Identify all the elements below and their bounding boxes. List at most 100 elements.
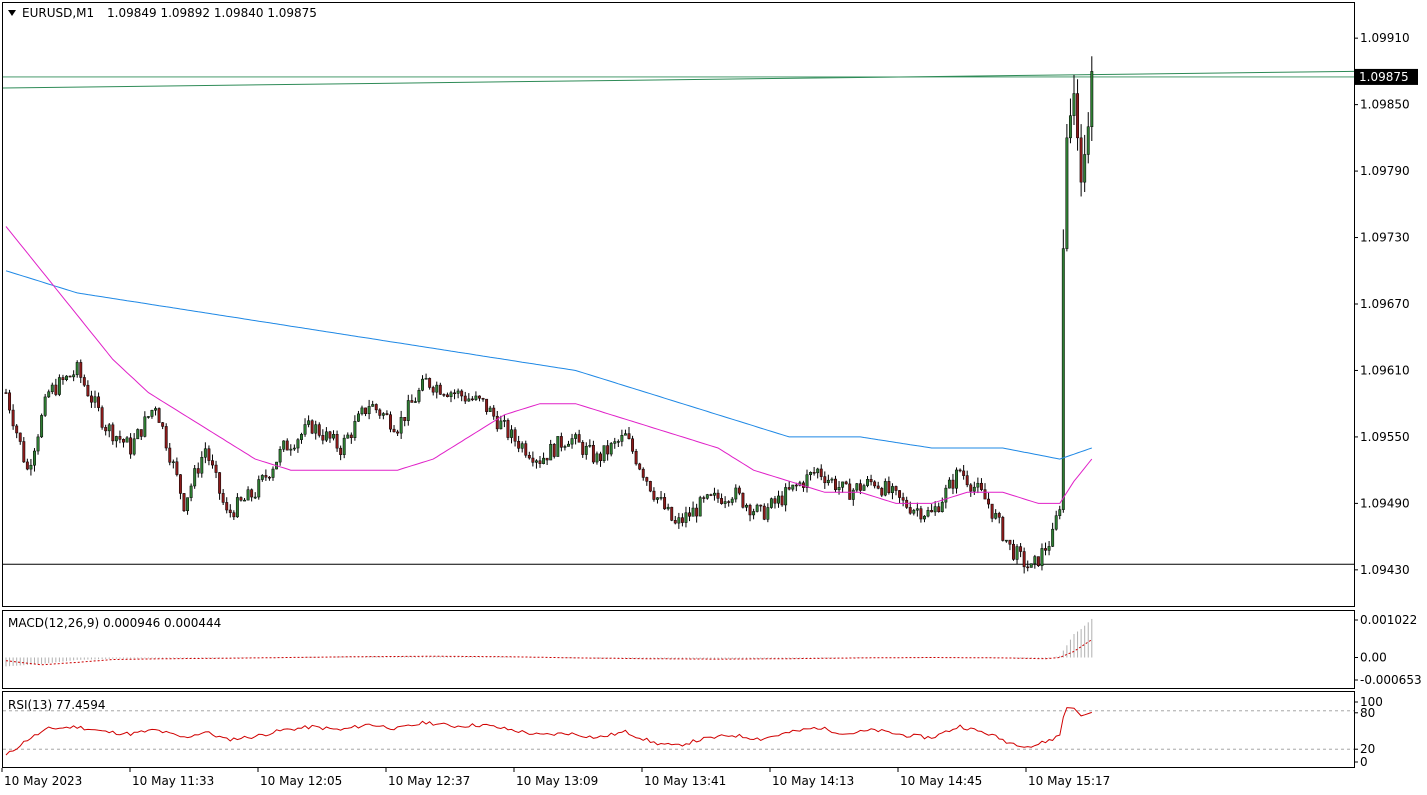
candle-body	[396, 431, 400, 434]
candle-body	[901, 497, 905, 501]
candle-body	[463, 395, 467, 402]
candle-body	[36, 436, 40, 452]
candle-body	[1076, 93, 1080, 139]
candle-body	[200, 457, 204, 474]
price-axis-label: 1.09790	[1360, 164, 1410, 178]
candle-body	[168, 447, 172, 463]
candle-body	[958, 469, 962, 472]
candle-body	[819, 468, 823, 477]
rsi-title: RSI(13) 77.4594	[8, 698, 106, 712]
candle-body	[1012, 543, 1015, 560]
candle-body	[161, 422, 165, 427]
candle-body	[506, 420, 510, 438]
candle-body	[431, 387, 435, 393]
candle-body	[709, 494, 713, 496]
candle-body	[1083, 154, 1087, 183]
candle-body	[809, 472, 813, 476]
candle-body	[552, 443, 556, 457]
candle-body	[563, 446, 567, 448]
candle-body	[211, 460, 214, 466]
rsi-axis-label: 0	[1360, 755, 1368, 769]
time-axis-label: 10 May 11:33	[132, 774, 214, 788]
candle-body	[698, 497, 702, 517]
time-axis-label: 10 May 13:41	[644, 774, 726, 788]
slow-moving-average-line	[5, 270, 1092, 460]
price-axis-label: 1.09490	[1360, 496, 1410, 510]
candle-body	[488, 407, 492, 412]
candle-body	[360, 407, 364, 415]
candle-body	[559, 436, 563, 448]
candle-body	[855, 483, 859, 491]
candle-body	[381, 413, 385, 416]
candle-body	[645, 477, 649, 482]
candle-body	[1015, 546, 1019, 560]
candle-body	[574, 434, 578, 439]
candle-body	[834, 478, 837, 491]
candle-body	[979, 482, 983, 490]
candle-body	[193, 468, 197, 487]
candle-body	[787, 487, 791, 490]
candle-body	[421, 378, 424, 391]
candle-body	[29, 464, 33, 470]
candle-body	[196, 468, 200, 474]
candle-body	[342, 437, 346, 455]
macd-axis-label: -0.000653	[1360, 673, 1422, 687]
candle-body	[869, 479, 873, 483]
candle-body	[271, 468, 275, 478]
candle-body	[851, 489, 855, 500]
rsi-line	[5, 707, 1092, 756]
candle-body	[638, 463, 642, 470]
candle-body	[453, 392, 457, 395]
candle-body	[517, 440, 521, 449]
candle-body	[866, 479, 869, 486]
candle-body	[737, 487, 741, 494]
candle-body	[349, 434, 353, 438]
candle-body	[353, 421, 357, 438]
candle-body	[769, 498, 773, 508]
candle-body	[478, 395, 481, 399]
rsi-series-layer	[3, 707, 1354, 756]
candle-body	[218, 472, 222, 494]
chart-canvas[interactable]: 1.09910 1.09850 1.09790 1.09730 1.09670 1.096…	[0, 0, 1427, 795]
candle-body	[1044, 548, 1047, 551]
candle-body	[670, 506, 674, 521]
candle-body	[399, 417, 403, 434]
candle-body	[129, 437, 133, 455]
candle-body	[673, 520, 677, 524]
candle-body	[595, 453, 599, 463]
candle-body	[577, 434, 581, 443]
symbol-label: EURUSD,M1	[22, 6, 94, 20]
candle-body	[65, 375, 68, 380]
symbol-menu-triangle-icon[interactable]	[8, 10, 16, 16]
candle-body	[445, 394, 449, 397]
candle-body	[438, 384, 442, 395]
candle-body	[40, 415, 44, 438]
candle-body	[371, 404, 375, 407]
candle-body	[695, 507, 699, 517]
candle-body	[652, 490, 656, 500]
price-axis-label: 1.09430	[1360, 563, 1410, 577]
candle-body	[780, 495, 784, 506]
trendline	[2, 70, 1355, 89]
candle-body	[11, 409, 15, 427]
candle-body	[1051, 528, 1055, 547]
candle-body	[944, 487, 948, 503]
candle-body	[470, 398, 474, 401]
candle-body	[777, 495, 780, 504]
candle-body	[510, 429, 513, 438]
candle-body	[364, 407, 368, 415]
candle-body	[267, 476, 271, 479]
candle-body	[285, 440, 289, 451]
candle-body	[403, 417, 407, 421]
candle-body	[940, 501, 944, 513]
candle-body	[556, 436, 560, 457]
candle-body	[677, 517, 681, 524]
candle-body	[784, 487, 788, 506]
candle-body	[136, 429, 140, 440]
candle-body	[246, 489, 250, 501]
candle-body	[410, 400, 414, 403]
candle-body	[755, 504, 759, 512]
candle-body	[894, 486, 898, 491]
candle-body	[766, 507, 770, 520]
candle-body	[335, 434, 339, 449]
